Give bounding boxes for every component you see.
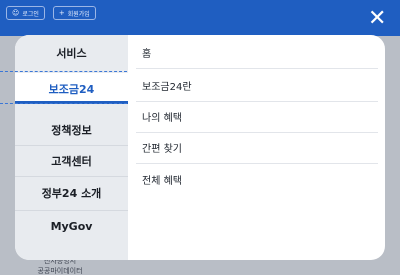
menu-right-panel: 홈 보조금24란 나의 혜택 간편 찾기 전체 혜택 xyxy=(128,35,385,260)
menu-item-label: 고객센터 xyxy=(51,154,92,168)
auth-links: ☺ 로그인 + 회원가입 xyxy=(6,6,96,20)
submenu-item-label: 간편 찾기 xyxy=(142,144,182,155)
menu-item-policy-info[interactable]: 정책정보 xyxy=(15,114,128,145)
submenu-item-label: 홈 xyxy=(142,49,152,60)
plus-icon: + xyxy=(58,8,65,17)
menu-item-mygov[interactable]: MyGov xyxy=(15,211,128,242)
login-label: 로그인 xyxy=(22,10,39,18)
signup-label: 회원가입 xyxy=(67,10,90,18)
menu-item-label: MyGov xyxy=(50,220,93,233)
footer-line-2: 공공마이데이터 xyxy=(37,267,83,275)
menu-item-label: 정책정보 xyxy=(51,123,92,137)
menu-item-label: 서비스 xyxy=(56,46,87,60)
menu-item-service[interactable]: 서비스 xyxy=(15,37,128,68)
menu-item-label: 보조금24 xyxy=(48,82,95,96)
signup-link: + 회원가입 xyxy=(52,6,96,20)
divider xyxy=(136,68,378,69)
login-link: ☺ 로그인 xyxy=(6,6,45,20)
menu-item-about-gov24[interactable]: 정부24 소개 xyxy=(15,177,128,208)
user-icon: ☺ xyxy=(12,8,20,17)
dashed-guide-top xyxy=(0,71,127,72)
submenu-item-label: 보조금24란 xyxy=(142,82,192,93)
background-header: ☺ 로그인 + 회원가입 xyxy=(0,0,400,36)
submenu-item-label: 나의 혜택 xyxy=(142,113,182,124)
menu-left-panel: 서비스 보조금24 정책정보 고객센터 정부24 소개 MyGov xyxy=(15,35,128,260)
close-button[interactable]: ✕ xyxy=(368,8,386,30)
submenu-item-about-subsidy24[interactable]: 보조금24란 xyxy=(136,70,378,101)
submenu-item-quick-search[interactable]: 간편 찾기 xyxy=(136,132,378,163)
menu-item-subsidy24[interactable]: 보조금24 xyxy=(15,73,128,104)
submenu-item-my-benefits[interactable]: 나의 혜택 xyxy=(136,101,378,132)
submenu-item-label: 전체 혜택 xyxy=(142,176,182,187)
close-icon: ✕ xyxy=(368,6,387,31)
submenu-item-home[interactable]: 홈 xyxy=(136,37,378,68)
dashed-guide-bottom xyxy=(0,103,127,104)
submenu-item-all-benefits[interactable]: 전체 혜택 xyxy=(136,164,378,195)
menu-item-label: 정부24 소개 xyxy=(41,186,102,200)
menu-item-customer-center[interactable]: 고객센터 xyxy=(15,145,128,176)
menu-sheet: 서비스 보조금24 정책정보 고객센터 정부24 소개 MyGov 홈 보조금2… xyxy=(15,35,385,260)
